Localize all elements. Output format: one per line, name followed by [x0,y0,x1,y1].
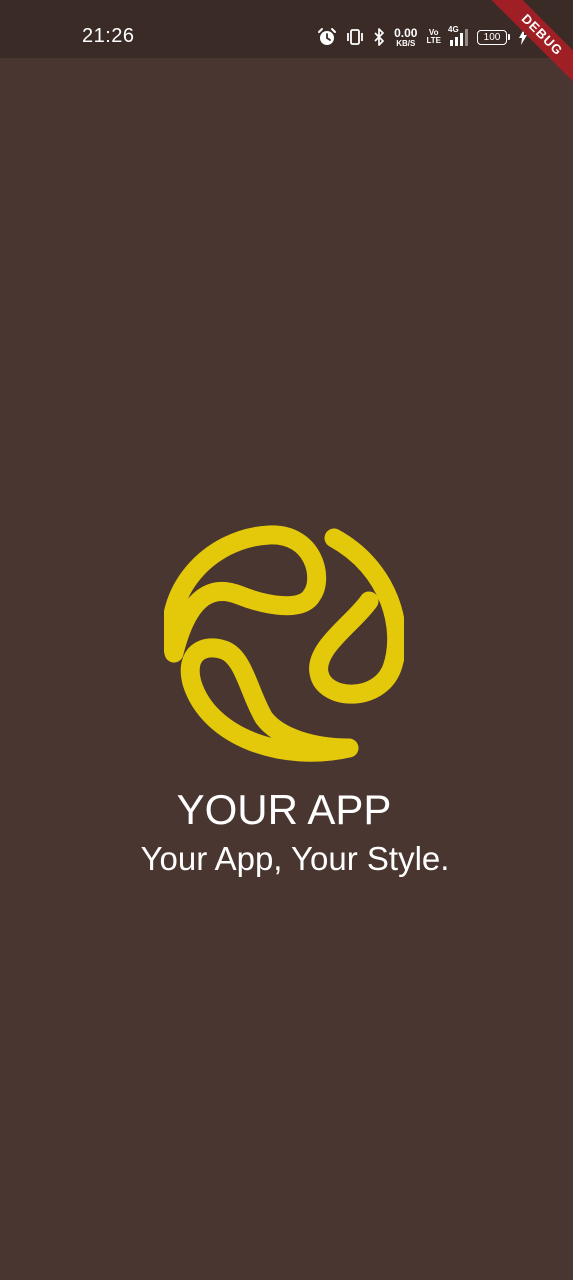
debug-banner: DEBUG [483,0,573,90]
status-time: 21:26 [82,25,135,47]
net-speed: 0.00 KB/S [394,27,417,48]
volte-bottom: LTE [426,36,441,45]
swirl-logo-icon [164,525,404,762]
debug-banner-label: DEBUG [488,0,573,89]
volte-indicator: Vo LTE [426,29,441,45]
app-tagline: Your App, Your Style. [140,840,450,877]
network-type: 4G [448,25,459,34]
bluetooth-icon [373,27,385,47]
net-speed-unit: KB/S [396,38,416,48]
alarm-icon [317,27,337,47]
vibrate-icon [346,27,364,47]
app-title: YOUR APP [176,786,392,833]
signal-icon: 4G [448,25,468,46]
net-speed-value: 0.00 [394,25,418,40]
